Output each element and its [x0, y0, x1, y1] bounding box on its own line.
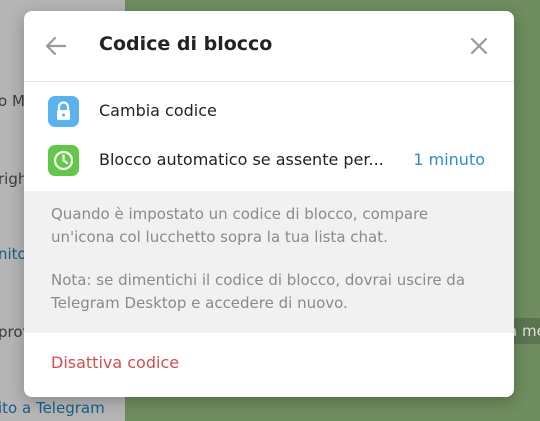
clock-icon — [48, 145, 79, 176]
back-button[interactable] — [42, 32, 70, 60]
background-text: o M — [0, 92, 25, 110]
note-paragraph: Nota: se dimentichi il codice di blocco,… — [51, 271, 466, 312]
close-button[interactable] — [465, 32, 493, 60]
info-section: Quando è impostato un codice di blocco, … — [24, 191, 514, 333]
disable-passcode-button[interactable]: Disattiva codice — [51, 353, 179, 372]
lock-icon — [48, 96, 79, 127]
auto-lock-row[interactable]: Blocco automatico se assente per... 1 mi… — [24, 136, 514, 185]
close-icon — [470, 37, 488, 55]
background-link: ito a Telegram — [0, 399, 105, 417]
auto-lock-label: Blocco automatico se assente per... — [99, 150, 384, 169]
auto-lock-value[interactable]: 1 minuto — [413, 150, 485, 169]
background-link: nito — [0, 245, 27, 263]
dialog-title: Codice di blocco — [99, 33, 273, 55]
info-paragraph: Quando è impostato un codice di blocco, … — [51, 205, 429, 246]
dialog-header: Codice di blocco — [24, 11, 514, 82]
change-passcode-label: Cambia codice — [99, 101, 217, 120]
change-passcode-row[interactable]: Cambia codice — [24, 87, 514, 136]
arrow-left-icon — [45, 36, 67, 56]
passcode-dialog: Codice di blocco Cambia codice Blocco au… — [24, 11, 514, 397]
